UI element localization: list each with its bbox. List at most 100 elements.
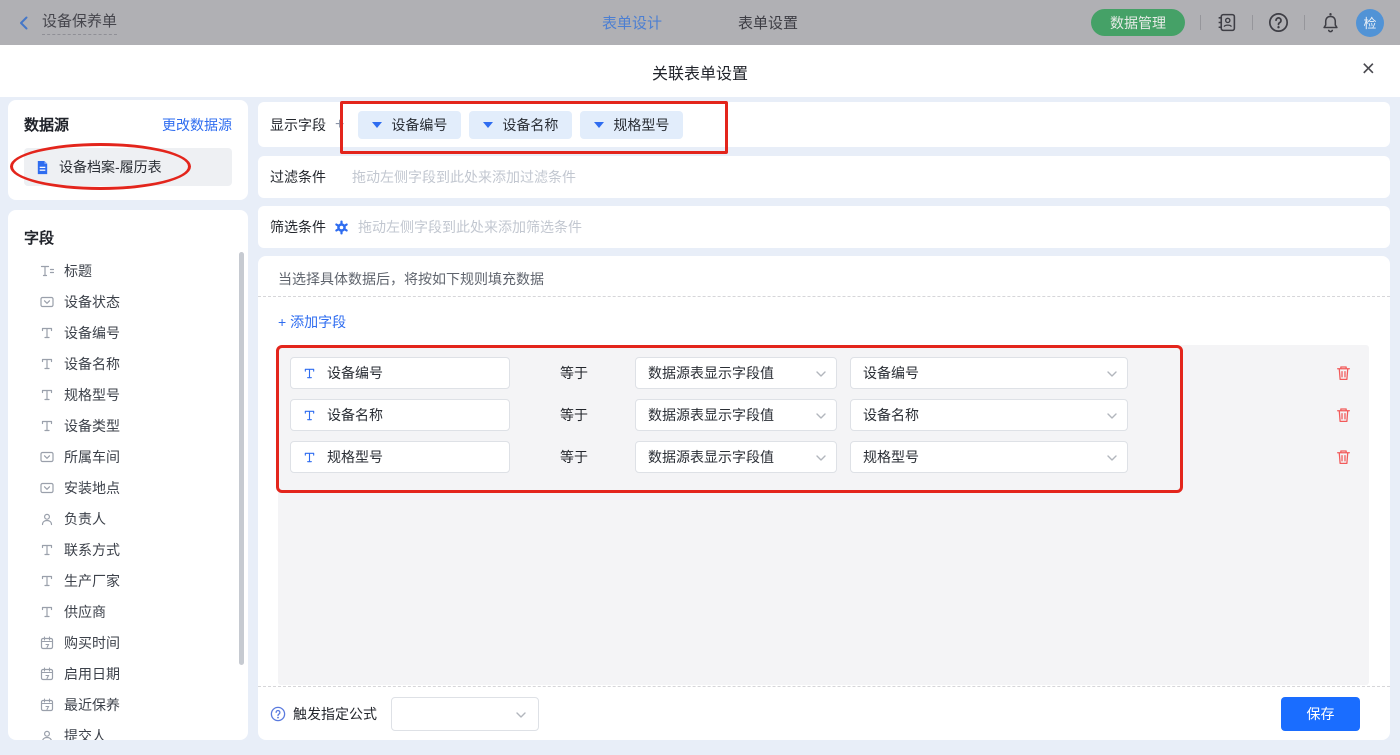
filter-drop-placeholder: 拖动左侧字段到此处来添加过滤条件 bbox=[352, 167, 576, 187]
chevron-down-icon bbox=[816, 413, 826, 420]
help-icon[interactable] bbox=[1268, 12, 1289, 33]
display-field-tags: 设备编号 设备名称 规格型号 bbox=[358, 111, 683, 139]
screen-drop-placeholder: 拖动左侧字段到此处来添加筛选条件 bbox=[358, 217, 582, 237]
field-item-label: 联系方式 bbox=[64, 540, 120, 560]
field-item[interactable]: 启用日期 bbox=[8, 658, 248, 689]
select-icon bbox=[40, 450, 54, 464]
add-display-field-button[interactable]: + bbox=[335, 116, 344, 134]
divider bbox=[1304, 15, 1305, 30]
rule-row: 规格型号 等于 数据源表显示字段值 规格型号 bbox=[290, 441, 1352, 473]
trash-icon[interactable] bbox=[1335, 448, 1352, 466]
field-item[interactable]: 所属车间 bbox=[8, 441, 248, 472]
display-field-tag[interactable]: 设备名称 bbox=[469, 111, 572, 139]
field-item[interactable]: 生产厂家 bbox=[8, 565, 248, 596]
field-item[interactable]: 负责人 bbox=[8, 503, 248, 534]
field-item-label: 提交人 bbox=[64, 726, 106, 741]
field-item[interactable]: 设备编号 bbox=[8, 317, 248, 348]
divider bbox=[1200, 15, 1201, 30]
tag-label: 设备名称 bbox=[502, 115, 558, 135]
tag-label: 设备编号 bbox=[391, 115, 447, 135]
tab-form-design[interactable]: 表单设计 bbox=[602, 12, 662, 33]
avatar[interactable]: 检 bbox=[1356, 9, 1384, 37]
rule-source-dropdown[interactable]: 数据源表显示字段值 bbox=[635, 357, 837, 389]
bell-icon[interactable] bbox=[1320, 12, 1341, 33]
data-manage-button[interactable]: 数据管理 bbox=[1091, 9, 1185, 36]
field-item-label: 生产厂家 bbox=[64, 571, 120, 591]
triangle-down-icon bbox=[594, 122, 604, 128]
gear-icon[interactable] bbox=[334, 220, 349, 235]
fill-rules-hint: 当选择具体数据后，将按如下规则填充数据 bbox=[258, 256, 1390, 289]
field-item[interactable]: 设备状态 bbox=[8, 286, 248, 317]
text-icon bbox=[40, 326, 54, 340]
divider bbox=[258, 296, 1390, 297]
field-item-label: 设备名称 bbox=[64, 354, 120, 374]
field-item-label: 设备类型 bbox=[64, 416, 120, 436]
text-icon bbox=[303, 451, 316, 464]
fields-scrollbar[interactable] bbox=[239, 252, 244, 665]
rule-value-dropdown[interactable]: 规格型号 bbox=[850, 441, 1128, 473]
field-item-label: 标题 bbox=[64, 261, 92, 281]
rule-value-dropdown[interactable]: 设备名称 bbox=[850, 399, 1128, 431]
field-item-label: 所属车间 bbox=[64, 447, 120, 467]
rule-value-label: 设备名称 bbox=[863, 405, 919, 425]
rule-source-value: 数据源表显示字段值 bbox=[648, 447, 774, 467]
text-icon bbox=[40, 605, 54, 619]
address-book-icon[interactable] bbox=[1216, 12, 1237, 33]
change-datasource-link[interactable]: 更改数据源 bbox=[162, 115, 232, 135]
save-button[interactable]: 保存 bbox=[1281, 697, 1360, 731]
formula-select[interactable] bbox=[391, 697, 539, 731]
rule-target-field[interactable]: 设备编号 bbox=[290, 357, 510, 389]
display-field-tag[interactable]: 规格型号 bbox=[580, 111, 683, 139]
field-item[interactable]: 供应商 bbox=[8, 596, 248, 627]
rule-row: 设备名称 等于 数据源表显示字段值 设备名称 bbox=[290, 399, 1352, 431]
rule-target-field[interactable]: 设备名称 bbox=[290, 399, 510, 431]
chevron-down-icon bbox=[816, 455, 826, 462]
chevron-down-icon bbox=[1107, 455, 1117, 462]
field-item[interactable]: 提交人 bbox=[8, 720, 248, 740]
document-icon bbox=[35, 160, 50, 175]
trash-icon[interactable] bbox=[1335, 364, 1352, 382]
field-item[interactable]: 规格型号 bbox=[8, 379, 248, 410]
user-icon bbox=[40, 729, 54, 741]
rule-row: 设备编号 等于 数据源表显示字段值 设备编号 bbox=[290, 357, 1352, 389]
datasource-selected-item[interactable]: 设备档案-履历表 bbox=[24, 148, 232, 186]
date-icon bbox=[40, 698, 54, 712]
tab-form-settings[interactable]: 表单设置 bbox=[738, 12, 798, 33]
field-item[interactable]: 设备名称 bbox=[8, 348, 248, 379]
trash-icon[interactable] bbox=[1335, 406, 1352, 424]
field-item-label: 最近保养 bbox=[64, 695, 120, 715]
screen-condition-label: 筛选条件 bbox=[270, 217, 326, 237]
rule-source-dropdown[interactable]: 数据源表显示字段值 bbox=[635, 399, 837, 431]
display-field-tag[interactable]: 设备编号 bbox=[358, 111, 461, 139]
text-icon bbox=[40, 543, 54, 557]
field-item[interactable]: 设备类型 bbox=[8, 410, 248, 441]
date-icon bbox=[40, 667, 54, 681]
chevron-down-icon bbox=[816, 371, 826, 378]
field-item[interactable]: 联系方式 bbox=[8, 534, 248, 565]
title-icon bbox=[40, 264, 54, 278]
field-item[interactable]: 最近保养 bbox=[8, 689, 248, 720]
rule-target-field[interactable]: 规格型号 bbox=[290, 441, 510, 473]
rule-operator: 等于 bbox=[560, 447, 590, 467]
rule-source-dropdown[interactable]: 数据源表显示字段值 bbox=[635, 441, 837, 473]
text-icon bbox=[303, 367, 316, 380]
rule-value-dropdown[interactable]: 设备编号 bbox=[850, 357, 1128, 389]
help-icon[interactable] bbox=[270, 706, 286, 722]
chevron-down-icon bbox=[516, 712, 526, 719]
select-icon bbox=[40, 295, 54, 309]
text-icon bbox=[40, 388, 54, 402]
field-item[interactable]: 安装地点 bbox=[8, 472, 248, 503]
rule-field-label: 设备编号 bbox=[327, 363, 383, 383]
field-item-label: 购买时间 bbox=[64, 633, 120, 653]
filter-condition-row[interactable]: 过滤条件 拖动左侧字段到此处来添加过滤条件 bbox=[258, 156, 1390, 198]
field-item[interactable]: 购买时间 bbox=[8, 627, 248, 658]
field-item-label: 设备编号 bbox=[64, 323, 120, 343]
text-icon bbox=[40, 419, 54, 433]
chevron-down-icon bbox=[1107, 413, 1117, 420]
rule-value-label: 规格型号 bbox=[863, 447, 919, 467]
screen-condition-row[interactable]: 筛选条件 拖动左侧字段到此处来添加筛选条件 bbox=[258, 206, 1390, 248]
rule-operator: 等于 bbox=[560, 363, 590, 383]
add-field-link[interactable]: + 添加字段 bbox=[278, 312, 346, 332]
close-icon[interactable]: × bbox=[1362, 54, 1375, 82]
field-item[interactable]: 标题 bbox=[8, 255, 248, 286]
